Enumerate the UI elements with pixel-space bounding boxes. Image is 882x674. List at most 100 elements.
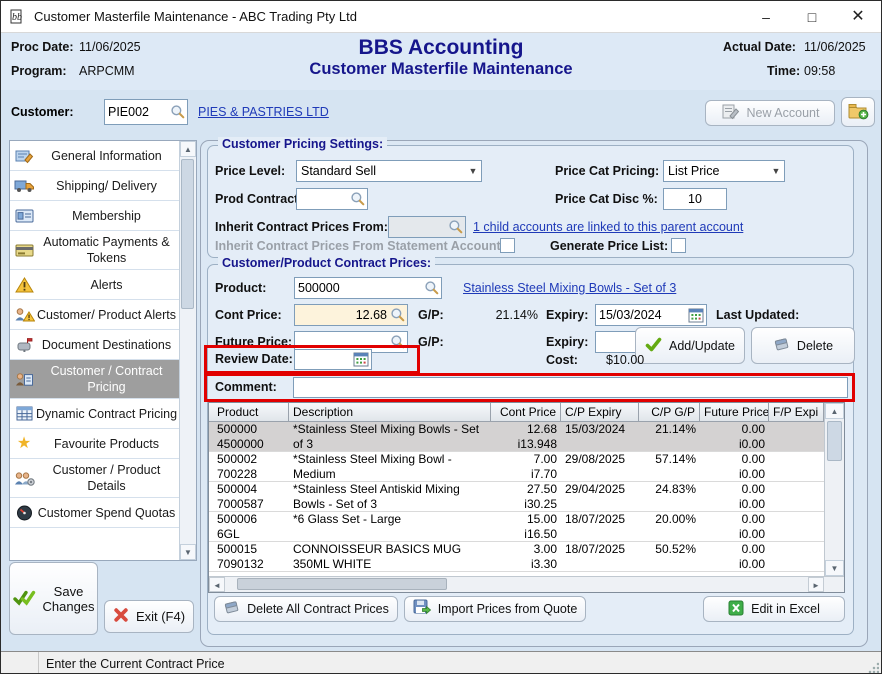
table-row[interactable]: 5000047000587*Stainless Steel Antiskid M…	[209, 482, 824, 512]
column-header-product[interactable]: Product	[209, 403, 289, 421]
import-prices-from-quote-button[interactable]: Import Prices from Quote	[404, 596, 586, 622]
search-icon[interactable]	[390, 307, 406, 323]
sidebar-scrollbar[interactable]: ▲ ▼	[179, 141, 196, 560]
table-vscroll-thumb[interactable]	[827, 421, 842, 461]
minimize-button[interactable]: –	[743, 1, 789, 33]
scroll-up-icon[interactable]: ▲	[180, 141, 196, 157]
cell-cp-expiry: 18/07/2025	[561, 512, 639, 541]
product-input[interactable]	[295, 281, 424, 295]
column-header-f-p-expi[interactable]: F/P Expi	[769, 403, 824, 421]
calendar-icon[interactable]	[353, 351, 370, 368]
sidebar-item-membership[interactable]: Membership	[10, 201, 179, 231]
scroll-down-icon[interactable]: ▼	[180, 544, 196, 560]
column-header-c-p-expiry[interactable]: C/P Expiry	[561, 403, 639, 421]
cell-future-price: 0.00i0.00	[700, 512, 769, 541]
table-vertical-scrollbar[interactable]: ▲ ▼	[824, 403, 844, 576]
save-changes-label: Save Changes	[43, 584, 95, 614]
search-icon[interactable]	[424, 280, 440, 296]
cell-cont-price: 3.00i3.30	[491, 542, 561, 571]
maximize-button[interactable]: □	[789, 1, 835, 33]
expiry-input[interactable]	[596, 308, 688, 322]
svg-text:bb: bb	[12, 12, 22, 23]
prod-contract-input[interactable]	[297, 192, 350, 206]
sidebar-item-customer-spend-quotas[interactable]: Customer Spend Quotas	[10, 498, 179, 528]
save-changes-button[interactable]: Save Changes	[9, 562, 98, 635]
open-folder-button[interactable]	[841, 97, 875, 127]
delete-all-contract-prices-button[interactable]: Delete All Contract Prices	[214, 596, 398, 622]
exit-button[interactable]: Exit (F4)	[104, 600, 194, 633]
save-check-icon	[13, 589, 36, 609]
search-icon[interactable]	[170, 104, 186, 120]
child-accounts-link[interactable]: 1 child accounts are linked to this pare…	[473, 220, 743, 234]
customer-code-field[interactable]	[104, 99, 188, 125]
cell-cont-price: 15.00i16.50	[491, 512, 561, 541]
table-row[interactable]: 5000066GL*6 Glass Set - Large 15.00i16.5…	[209, 512, 824, 542]
cell-product: 5000004500000	[209, 422, 289, 451]
price-cat-disc-input[interactable]	[664, 192, 726, 206]
cont-price-field[interactable]	[294, 304, 408, 326]
customer-code-input[interactable]	[105, 105, 170, 119]
product-description-link[interactable]: Stainless Steel Mixing Bowls - Set of 3	[463, 281, 676, 295]
sidebar-item-label: Customer/ Product Alerts	[36, 307, 177, 323]
price-cat-disc-field[interactable]	[663, 188, 727, 210]
edit-in-excel-button[interactable]: Edit in Excel	[703, 596, 845, 622]
column-header-cont-price[interactable]: Cont Price	[491, 403, 561, 421]
cont-price-input[interactable]	[295, 308, 390, 322]
cell-future-price: 0.00i0.00	[700, 542, 769, 571]
price-cat-pricing-select[interactable]: List Price ▼	[663, 160, 785, 182]
sidebar-item-customer-product-details[interactable]: Customer / Product Details	[10, 459, 179, 498]
price-level-select[interactable]: Standard Sell ▼	[296, 160, 482, 182]
table-row[interactable]: 5000157090132CONNOISSEUR BASICS MUG350ML…	[209, 542, 824, 572]
sidebar-item-favourite-products[interactable]: ★Favourite Products	[10, 429, 179, 459]
scroll-right-icon[interactable]: ►	[808, 577, 824, 592]
generate-price-list-checkbox[interactable]	[671, 238, 686, 253]
cell-description: CONNOISSEUR BASICS MUG350ML WHITE	[289, 542, 491, 571]
product-field[interactable]	[294, 277, 442, 299]
expiry-field[interactable]	[595, 304, 707, 326]
column-header-c-p-g-p[interactable]: C/P G/P	[639, 403, 700, 421]
sidebar-item-alerts[interactable]: Alerts	[10, 270, 179, 300]
scroll-left-icon[interactable]: ◄	[209, 577, 225, 592]
delete-button[interactable]: Delete	[751, 327, 855, 364]
review-date-field[interactable]	[294, 349, 372, 370]
comment-field[interactable]	[293, 377, 848, 398]
customer-name-link[interactable]: PIES & PASTRIES LTD	[198, 105, 329, 119]
new-account-button[interactable]: New Account	[705, 100, 835, 126]
table-row[interactable]: 500002700228*Stainless Steel Mixing Bowl…	[209, 452, 824, 482]
check-icon	[645, 337, 662, 355]
sidebar-item-general-information[interactable]: General Information	[10, 141, 179, 171]
actual-date-value: 11/06/2025	[804, 40, 866, 54]
calendar-icon[interactable]	[688, 307, 705, 324]
inherit-from-field[interactable]	[388, 216, 466, 238]
table-horizontal-scrollbar[interactable]: ◄ ►	[209, 576, 844, 592]
review-date-label: Review Date:	[215, 352, 293, 366]
column-header-future-price[interactable]: Future Price	[700, 403, 769, 421]
inherit-from-input[interactable]	[389, 220, 448, 234]
sidebar-item-customer-product-alerts[interactable]: Customer/ Product Alerts	[10, 300, 179, 330]
add-update-button[interactable]: Add/Update	[635, 327, 745, 364]
contract-prices-group: Customer/Product Contract Prices: Produc…	[207, 264, 854, 635]
table-row[interactable]: 5000004500000*Stainless Steel Mixing Bow…	[209, 422, 824, 452]
search-icon[interactable]	[448, 219, 464, 235]
product-label: Product:	[215, 281, 266, 295]
sidebar-item-shipping-delivery[interactable]: Shipping/ Delivery	[10, 171, 179, 201]
sidebar-scroll-thumb[interactable]	[181, 159, 194, 309]
cell-description: *6 Glass Set - Large	[289, 512, 491, 541]
scroll-down-icon[interactable]: ▼	[825, 560, 844, 576]
sidebar-item-dynamic-contract-pricing[interactable]: Dynamic Contract Pricing	[10, 399, 179, 429]
scroll-up-icon[interactable]: ▲	[825, 403, 844, 419]
prod-contract-field[interactable]	[296, 188, 368, 210]
sidebar-item-label: Customer / Product Details	[36, 462, 177, 494]
gp-label: G/P:	[418, 308, 444, 322]
comment-input[interactable]	[294, 381, 847, 395]
close-button[interactable]: ✕	[835, 1, 881, 33]
sidebar-item-document-destinations[interactable]: Document Destinations	[10, 330, 179, 360]
sidebar-item-automatic-payments-tokens[interactable]: Automatic Payments & Tokens	[10, 231, 179, 270]
inherit-statement-checkbox[interactable]	[500, 238, 515, 253]
table-hscroll-thumb[interactable]	[237, 578, 447, 590]
search-icon[interactable]	[350, 191, 366, 207]
sidebar-item-customer-contract-pricing[interactable]: Customer / Contract Pricing	[10, 360, 179, 399]
column-header-description[interactable]: Description	[289, 403, 491, 421]
resize-grip-icon[interactable]	[867, 661, 879, 673]
review-date-input[interactable]	[295, 353, 353, 367]
